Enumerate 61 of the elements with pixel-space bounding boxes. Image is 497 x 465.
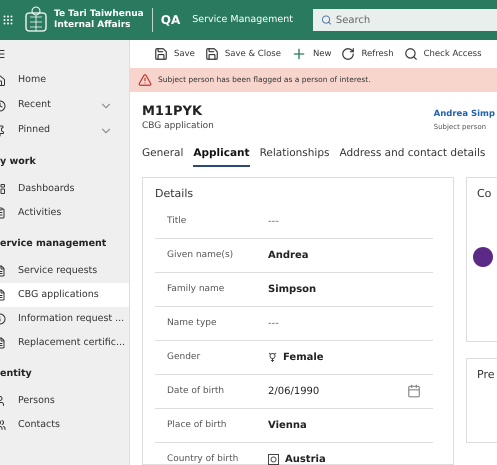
date-field-value[interactable]: 2/06/1990 — [268, 384, 320, 399]
toolbar-button[interactable]: Check Access — [404, 47, 482, 61]
plus-icon — [290, 46, 307, 62]
sidebar-item[interactable]: Replacement certific... — [0, 331, 129, 355]
sidebar-item[interactable]: Recent — [0, 93, 129, 118]
org-name: Te Tari Taiwhenua — [54, 9, 144, 20]
sidebar-group-title: ervice management — [0, 237, 108, 251]
sidebar-item[interactable]: Dashboards — [0, 177, 129, 201]
environment-label: QA — [160, 12, 180, 29]
warning-icon — [138, 73, 152, 87]
refresh-icon — [341, 47, 356, 61]
tab[interactable]: General — [142, 146, 184, 168]
field-value: Vienna — [268, 418, 307, 433]
field-value: --- — [268, 214, 279, 229]
field-value: Andrea — [268, 248, 308, 263]
field-label: Place of birth — [166, 418, 228, 432]
field-value: Female — [283, 350, 324, 365]
save-icon — [204, 47, 219, 61]
search-field[interactable]: Search — [312, 9, 497, 31]
sidebar-item[interactable]: Information request ... — [0, 307, 129, 331]
record-type: CBG application — [142, 120, 214, 133]
card-title: Co — [477, 186, 492, 202]
tab[interactable]: Address and contact details — [340, 146, 486, 168]
app-title: Service Management — [192, 12, 293, 27]
record-title: M11PYK — [142, 104, 204, 120]
field-value: Simpson — [268, 282, 316, 297]
search-icon — [320, 14, 332, 26]
field-value: --- — [268, 316, 279, 331]
toolbar-button[interactable]: Save & Close — [204, 47, 281, 61]
field-label: Given name(s) — [166, 248, 234, 262]
sidebar-item[interactable]: Contacts — [0, 413, 129, 437]
calendar-icon[interactable] — [407, 384, 421, 398]
toolbar-button[interactable]: Refresh — [341, 47, 394, 61]
section-title: Details — [155, 186, 194, 202]
toolbar-button[interactable]: Save — [154, 47, 195, 61]
avatar — [473, 246, 493, 267]
toolbar-button[interactable]: New — [290, 46, 332, 62]
tab[interactable]: Relationships — [260, 146, 330, 168]
field-label: Country of birth — [166, 453, 240, 465]
tab[interactable]: Applicant — [193, 146, 250, 168]
sidebar-item[interactable]: Pinned — [0, 118, 129, 143]
sidebar-group-title: y work — [0, 155, 37, 169]
sidebar-item[interactable]: Activities — [0, 201, 129, 225]
sidebar-item[interactable]: Service requests — [0, 259, 129, 283]
sidebar-group-title: entity — [0, 367, 33, 381]
card-title: Pre — [477, 367, 496, 384]
field-label: Date of birth — [166, 384, 226, 398]
field-label: Name type — [166, 316, 218, 330]
subject-link[interactable]: Andrea Simp — [434, 106, 495, 122]
org-name: Internal Affairs — [54, 20, 132, 31]
field-value: Austria — [285, 453, 326, 465]
search-input[interactable]: Search — [336, 12, 489, 28]
field-label: Family name — [166, 282, 226, 296]
magnifier-icon — [404, 47, 418, 61]
field-label: Gender — [166, 350, 202, 364]
save-icon — [154, 47, 168, 61]
sidebar-item[interactable]: Persons — [0, 389, 129, 413]
gender-icon — [268, 352, 277, 362]
field-label: Title — [166, 214, 188, 228]
sidebar-item[interactable]: Home — [0, 68, 129, 93]
sidebar-item[interactable]: CBG applications — [0, 283, 129, 307]
